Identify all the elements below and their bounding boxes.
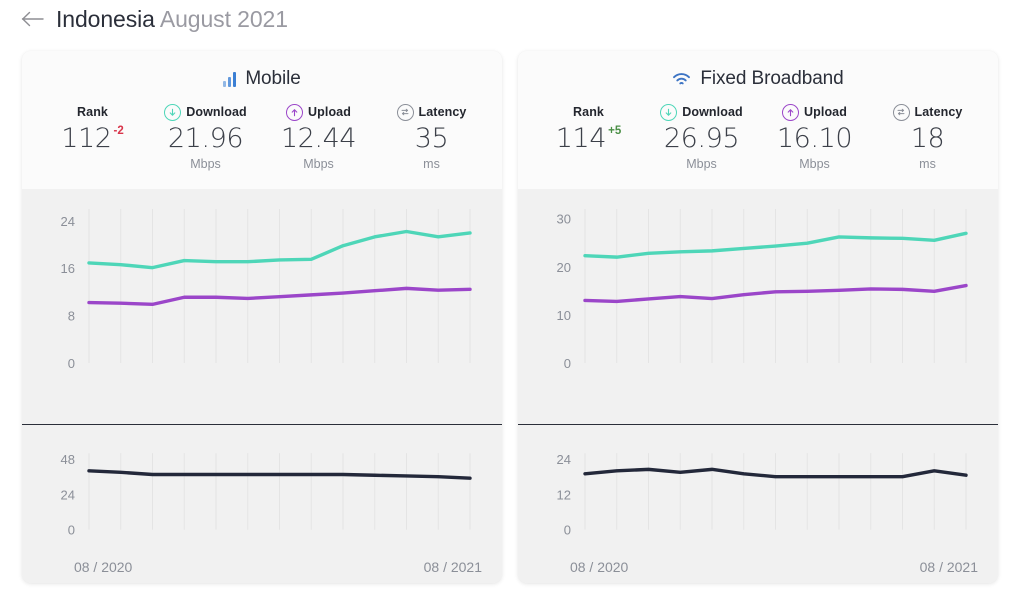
stat-download-fixed-value-row: 26.95 [663, 122, 740, 158]
stat-download-mobile: Download 21.96 Mbps [149, 103, 262, 171]
card-fixed-broadband: Fixed Broadband Rank 114 +5 Download 26.… [518, 51, 998, 583]
stat-latency-fixed-value-row: 18 [911, 122, 945, 158]
stat-rank-mobile-label-row: Rank [77, 103, 108, 121]
svg-text:48: 48 [61, 452, 75, 467]
stat-download-fixed: Download 26.95 Mbps [645, 103, 758, 171]
arrow-left-icon [21, 11, 44, 27]
stat-value: 12.44 [280, 123, 357, 154]
stat-unit: Mbps [686, 157, 717, 171]
stat-latency-fixed-label-row: Latency [892, 103, 963, 121]
svg-text:24: 24 [61, 487, 75, 502]
card-fixed-broadband-stats: Rank 114 +5 Download 26.95 Mbps Upload 1… [518, 92, 998, 175]
svg-text:0: 0 [68, 523, 75, 538]
stat-unit: Mbps [190, 157, 221, 171]
stat-latency-mobile-label-row: Latency [396, 103, 467, 121]
svg-text:16: 16 [61, 261, 75, 276]
svg-text:24: 24 [557, 452, 571, 467]
stat-label: Download [186, 105, 247, 119]
chart-mobile-speed-svg: 0 8 16 24 [61, 209, 472, 371]
stat-upload-fixed: Upload 16.10 Mbps [758, 103, 871, 171]
page-header: Indonesia August 2021 [0, 0, 1024, 38]
stat-download-mobile-value-row: 21.96 [167, 122, 244, 158]
download-arrow-icon [660, 103, 678, 121]
svg-text:08 / 2021: 08 / 2021 [424, 559, 483, 575]
svg-text:08 / 2020: 08 / 2020 [570, 559, 629, 575]
stat-unit: Mbps [799, 157, 830, 171]
bar-chart-icon [223, 71, 237, 87]
svg-text:08 / 2020: 08 / 2020 [74, 559, 133, 575]
chart-fixed-speed[interactable]: 0 10 20 30 [518, 189, 998, 424]
chart-fixed-speed-svg: 0 10 20 30 [557, 209, 968, 371]
chart-mobile-latency[interactable]: 0 24 48 08 / 2020 08 / 2021 [22, 424, 502, 583]
rank-delta-badge: +5 [608, 125, 622, 137]
stat-value: 35 [414, 123, 449, 154]
upload-arrow-icon [286, 103, 304, 121]
card-mobile-header: Mobile Rank 112 -2 Download 21.96 Mbps U… [22, 51, 502, 189]
stat-rank-fixed-value-row: 114 +5 [556, 122, 621, 158]
stat-label: Rank [573, 105, 604, 119]
stat-upload-mobile-value-row: 12.44 [280, 122, 357, 158]
stat-label: Upload [804, 105, 847, 119]
card-fixed-broadband-header: Fixed Broadband Rank 114 +5 Download 26.… [518, 51, 998, 189]
stat-latency-mobile: Latency 35 ms [375, 103, 488, 171]
stat-rank-fixed: Rank 114 +5 [532, 103, 645, 171]
svg-text:8: 8 [68, 309, 75, 324]
stat-latency-fixed: Latency 18 ms [871, 103, 984, 171]
svg-text:0: 0 [564, 356, 571, 371]
stat-value: 114 [555, 123, 607, 154]
stat-download-mobile-label-row: Download [164, 103, 247, 121]
stat-label: Latency [914, 105, 963, 119]
stat-unit: ms [423, 157, 440, 171]
wifi-icon [672, 72, 691, 87]
latency-icon [396, 103, 414, 121]
stat-latency-mobile-value-row: 35 [415, 122, 449, 158]
stat-upload-fixed-label-row: Upload [782, 103, 847, 121]
download-arrow-icon [164, 103, 182, 121]
stat-value: 112 [61, 123, 112, 154]
cards-container: Mobile Rank 112 -2 Download 21.96 Mbps U… [0, 38, 1024, 583]
upload-arrow-icon [782, 103, 800, 121]
stat-upload-fixed-value-row: 16.10 [776, 122, 853, 158]
stat-rank-fixed-label-row: Rank [573, 103, 604, 121]
chart-mobile-latency-svg: 0 24 48 08 / 2020 08 / 2021 [61, 452, 483, 575]
stat-label: Upload [308, 105, 351, 119]
svg-text:20: 20 [557, 260, 571, 275]
stat-value: 16.10 [776, 123, 853, 154]
card-mobile-title-row: Mobile [22, 66, 502, 92]
stat-label: Latency [418, 105, 467, 119]
chart-fixed-latency-svg: 0 12 24 08 / 2020 08 / 2021 [557, 452, 979, 575]
title-country: Indonesia [56, 6, 155, 32]
chart-mobile-speed[interactable]: 0 8 16 24 [22, 189, 502, 424]
card-fixed-broadband-title: Fixed Broadband [700, 68, 844, 89]
card-mobile: Mobile Rank 112 -2 Download 21.96 Mbps U… [22, 51, 502, 583]
stat-unit: ms [919, 157, 936, 171]
stat-label: Rank [77, 105, 108, 119]
stat-value: 18 [910, 123, 945, 154]
svg-text:08 / 2021: 08 / 2021 [920, 559, 979, 575]
svg-text:24: 24 [61, 214, 75, 229]
stat-value: 21.96 [167, 123, 244, 154]
title-period: August 2021 [159, 6, 288, 32]
stat-value: 26.95 [663, 123, 740, 154]
stat-rank-mobile: Rank 112 -2 [36, 103, 149, 171]
stat-unit: Mbps [303, 157, 334, 171]
latency-icon [892, 103, 910, 121]
page-title: Indonesia August 2021 [56, 6, 288, 32]
svg-text:12: 12 [557, 487, 571, 502]
card-fixed-broadband-title-row: Fixed Broadband [518, 66, 998, 92]
card-mobile-stats: Rank 112 -2 Download 21.96 Mbps Upload 1… [22, 92, 502, 175]
card-mobile-title: Mobile [245, 68, 301, 89]
stat-download-fixed-label-row: Download [660, 103, 743, 121]
svg-text:30: 30 [557, 212, 571, 227]
svg-text:0: 0 [564, 523, 571, 538]
chart-fixed-latency[interactable]: 0 12 24 08 / 2020 08 / 2021 [518, 424, 998, 583]
stat-label: Download [682, 105, 743, 119]
rank-delta-badge: -2 [113, 125, 124, 137]
stat-rank-mobile-value-row: 112 -2 [61, 122, 124, 158]
back-button[interactable] [20, 6, 46, 32]
svg-text:10: 10 [557, 308, 571, 323]
stat-upload-mobile: Upload 12.44 Mbps [262, 103, 375, 171]
svg-text:0: 0 [68, 356, 75, 371]
stat-upload-mobile-label-row: Upload [286, 103, 351, 121]
